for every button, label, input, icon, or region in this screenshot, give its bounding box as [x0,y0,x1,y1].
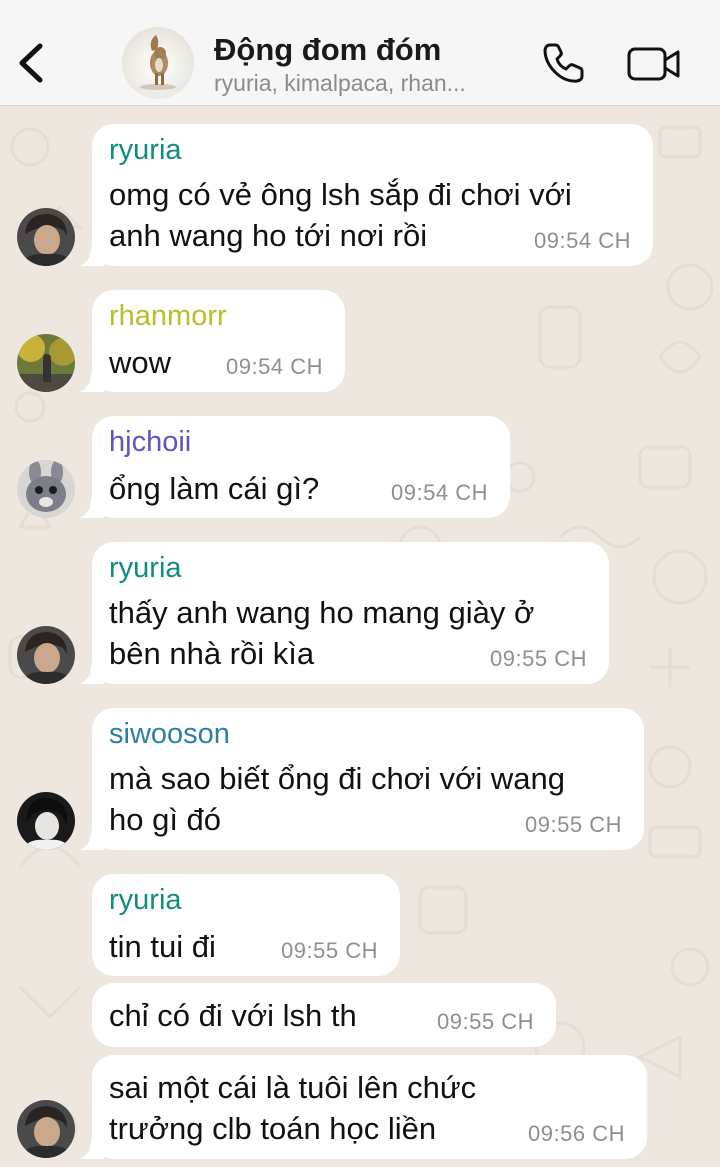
message-text: bên nhà rồi kìa [109,636,315,671]
avatar-hjchoii[interactable] [17,460,75,518]
message-bubble[interactable]: hjchoii ổng làm cái gì? 09:54 CH [92,416,510,518]
avatar-siwooson[interactable] [17,792,75,850]
message-text: mà sao biết ổng đi chơi với wang [109,761,565,796]
profile-photo [17,460,75,518]
message-timestamp: 09:54 CH [226,354,323,379]
message-text: chỉ có đi với lsh th [109,998,357,1033]
message-text: trưởng clb toán học liền [109,1111,437,1146]
profile-photo [17,208,75,266]
message-timestamp: 09:55 CH [437,1009,534,1034]
voice-call-button[interactable] [540,40,586,86]
sender-name[interactable]: ryuria [109,884,182,917]
message-timestamp: 09:54 CH [391,480,488,505]
chat-header: Động đom đóm ryuria, kimalpaca, rhan... [0,0,720,106]
message-bubble[interactable]: ryuria thấy anh wang ho mang giày ở bên … [92,542,609,684]
message-text: tin tui đi [109,929,216,964]
avatar-ryuria[interactable] [17,1100,75,1158]
group-title[interactable]: Động đom đóm [214,32,441,68]
message-timestamp: 09:54 CH [534,228,631,253]
message-text: sai một cái là tuôi lên chức [109,1070,477,1105]
message-text: ho gì đó [109,802,222,837]
avatar-ryuria[interactable] [17,626,75,684]
message-timestamp: 09:55 CH [281,938,378,963]
sender-name[interactable]: rhanmorr [109,300,227,333]
profile-photo [17,1100,75,1158]
sender-name[interactable]: ryuria [109,552,182,585]
chat-area[interactable]: ryuria omg có vẻ ông lsh sắp đi chơi với… [0,107,720,1167]
message-timestamp: 09:56 CH [528,1121,625,1146]
sender-name[interactable]: siwooson [109,718,230,751]
profile-photo [17,626,75,684]
video-camera-icon [627,47,680,81]
avatar-rhanmorr[interactable] [17,334,75,392]
message-bubble[interactable]: ryuria omg có vẻ ông lsh sắp đi chơi với… [92,124,653,266]
message-text: thấy anh wang ho mang giày ở [109,595,535,630]
message-text: ổng làm cái gì? [109,471,320,506]
group-avatar[interactable] [122,27,194,99]
message-text: anh wang ho tới nơi rồi [109,218,428,253]
video-call-button[interactable] [626,44,682,84]
message-bubble[interactable]: chỉ có đi với lsh th 09:55 CH [92,983,556,1047]
message-timestamp: 09:55 CH [525,812,622,837]
message-timestamp: 09:55 CH [490,646,587,671]
chevron-left-icon [19,43,43,83]
sender-name[interactable]: ryuria [109,134,182,167]
message-bubble[interactable]: siwooson mà sao biết ổng đi chơi với wan… [92,708,644,850]
message-text: wow [109,345,172,380]
profile-photo [17,792,75,850]
phone-icon [543,43,584,83]
profile-photo [17,334,75,392]
squirrel-image [140,35,176,90]
avatar-ryuria[interactable] [17,208,75,266]
sender-name[interactable]: hjchoii [109,426,191,459]
message-bubble[interactable]: ryuria tin tui đi 09:55 CH [92,874,400,976]
message-bubble[interactable]: rhanmorr wow 09:54 CH [92,290,345,392]
message-text: omg có vẻ ông lsh sắp đi chơi với [109,177,572,212]
message-bubble[interactable]: sai một cái là tuôi lên chức trưởng clb … [92,1055,647,1159]
group-members[interactable]: ryuria, kimalpaca, rhan... [214,70,514,97]
back-button[interactable] [14,38,54,88]
